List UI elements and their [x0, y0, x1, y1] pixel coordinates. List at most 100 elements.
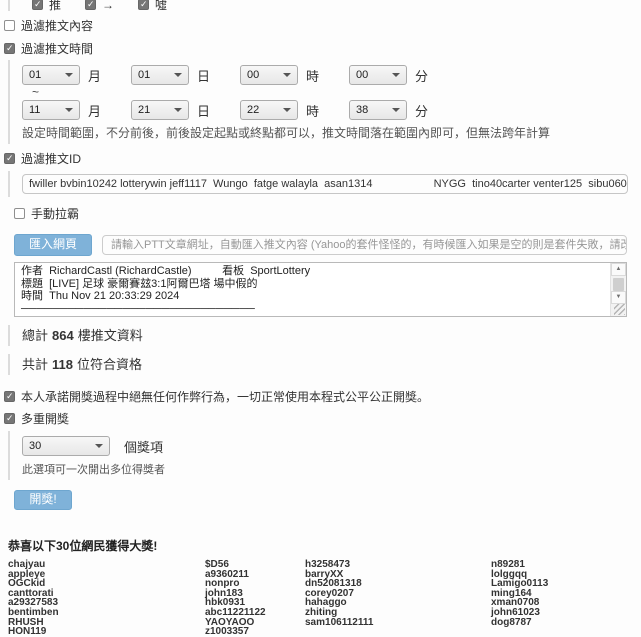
qualified-suffix: 位符合資格	[77, 357, 142, 372]
winner-id: nonpro	[205, 579, 305, 589]
manual-checkbox[interactable]	[14, 208, 25, 219]
winner-id: ming164	[491, 589, 641, 599]
chevron-down-icon	[392, 108, 400, 112]
scroll-down-icon[interactable]: ▼	[611, 291, 626, 304]
start-minute-select[interactable]: 00	[349, 65, 407, 85]
draw-button[interactable]: 開獎!	[14, 490, 72, 510]
manual-option-row[interactable]: 手動拉霸	[14, 205, 641, 222]
winner-id: canttorati	[8, 589, 205, 599]
winner-id: Lamigo0113	[491, 579, 641, 589]
resize-grip-icon[interactable]	[614, 304, 625, 315]
multi-draw-label: 多重開獎	[21, 410, 69, 427]
winner-id: h3258473	[305, 560, 491, 570]
end-month-select[interactable]: 11	[22, 100, 80, 120]
winner-id: john61023	[491, 608, 641, 618]
hour-unit-label: 時	[306, 101, 319, 120]
qualified-line: 共計118位符合資格	[22, 357, 641, 372]
winner-id: john183	[205, 589, 305, 599]
winner-id: xman0708	[491, 598, 641, 608]
scroll-up-icon[interactable]: ▲	[611, 263, 626, 276]
winner-id: dn52081318	[305, 579, 491, 589]
total-count: 864	[52, 328, 74, 343]
chevron-down-icon	[65, 73, 73, 77]
chevron-down-icon	[95, 444, 103, 448]
end-hour-select[interactable]: 22	[240, 100, 298, 120]
day-unit-label: 日	[197, 101, 210, 120]
qualified-group: 共計118位符合資格	[8, 354, 641, 375]
chevron-down-icon	[283, 108, 291, 112]
import-url-button[interactable]: 匯入網頁	[14, 234, 92, 256]
winners-grid: chajyau$D56h3258473n89281appleyea9360211…	[8, 560, 641, 637]
winner-id: lolggqq	[491, 570, 641, 580]
winner-id: z1003357	[205, 627, 305, 637]
push-checkbox[interactable]	[32, 0, 43, 10]
start-hour-select[interactable]: 00	[240, 65, 298, 85]
filter-id-checkbox[interactable]	[4, 153, 15, 164]
filter-id-label: 過濾推文ID	[21, 150, 81, 167]
chevron-down-icon	[283, 73, 291, 77]
push-label: 推	[49, 0, 61, 11]
prize-count-group: 30 個獎項 此選項可一次開出多位得獎者	[8, 431, 641, 480]
start-day-select[interactable]: 01	[131, 65, 189, 85]
winner-id: chajyau	[8, 560, 205, 570]
filter-time-row[interactable]: 過濾推文時間	[4, 40, 641, 57]
filter-time-checkbox[interactable]	[4, 43, 15, 54]
chevron-down-icon	[174, 73, 182, 77]
filter-content-label: 過濾推文內容	[21, 17, 93, 34]
pledge-label: 本人承諾開獎過程中絕無任何作弊行為，一切正常使用本程式公平公正開獎。	[21, 388, 429, 405]
article-textarea-box: 作者 RichardCastl (RichardCastle) 看板 Sport…	[14, 262, 627, 317]
winners-headline: 恭喜以下30位網民獲得大獎!	[8, 537, 641, 554]
article-textarea[interactable]: 作者 RichardCastl (RichardCastle) 看板 Sport…	[15, 263, 626, 316]
winner-id: barryXX	[305, 570, 491, 580]
qualified-count: 118	[52, 357, 73, 372]
winner-id: hahaggo	[305, 598, 491, 608]
winner-id: dog8787	[491, 618, 641, 628]
start-month-select[interactable]: 01	[22, 65, 80, 85]
total-comments-group: 總計864樓推文資料	[8, 325, 641, 346]
total-comments-line: 總計864樓推文資料	[22, 328, 641, 343]
multi-draw-note: 此選項可一次開出多位得獎者	[22, 461, 641, 477]
pledge-row[interactable]: 本人承諾開獎過程中絕無任何作弊行為，一切正常使用本程式公平公正開獎。	[4, 388, 641, 405]
minute-unit-label: 分	[415, 66, 428, 85]
month-unit-label: 月	[88, 101, 101, 120]
end-day-select[interactable]: 21	[131, 100, 189, 120]
id-filter-input[interactable]: fwiller bvbin10242 lotterywin jeff1117 W…	[22, 174, 628, 194]
day-unit-label: 日	[197, 66, 210, 85]
multi-draw-row[interactable]: 多重開獎	[4, 410, 641, 427]
winner-id: zhiting	[305, 608, 491, 618]
push-type-option[interactable]: →	[85, 0, 114, 11]
winner-id: sam106112111	[305, 618, 491, 628]
winner-id: appleye	[8, 570, 205, 580]
manual-label: 手動拉霸	[31, 205, 79, 222]
winner-id: OGCkid	[8, 579, 205, 589]
hour-unit-label: 時	[306, 66, 319, 85]
filter-id-row[interactable]: 過濾推文ID	[4, 150, 641, 167]
chevron-down-icon	[392, 73, 400, 77]
pledge-checkbox[interactable]	[4, 391, 15, 402]
filter-content-row[interactable]: 過濾推文內容	[4, 17, 641, 34]
time-start-row: 01 月 01 日 00 時 00 分	[22, 65, 641, 85]
boo-label: 噓	[155, 0, 167, 11]
prize-count-select[interactable]: 30	[22, 436, 110, 456]
chevron-down-icon	[174, 108, 182, 112]
arrow-checkbox[interactable]	[85, 0, 96, 10]
push-type-option[interactable]: 噓	[138, 0, 167, 11]
time-range-note: 設定時間範圍，不分前後，前後設定起點或終點都可以，推文時間落在範圍內即可，但無法…	[22, 124, 641, 141]
push-type-option[interactable]: 推	[32, 0, 61, 11]
time-range-group: 01 月 01 日 00 時 00 分 ~ 11 月 21 日 22 時 38 …	[8, 60, 641, 144]
multi-draw-checkbox[interactable]	[4, 413, 15, 424]
winner-id	[305, 627, 491, 637]
scrollbar-thumb[interactable]	[613, 278, 624, 291]
winner-id: abc11221122	[205, 608, 305, 618]
id-filter-group: fwiller bvbin10242 lotterywin jeff1117 W…	[8, 171, 641, 197]
winner-id: n89281	[491, 560, 641, 570]
winner-id: corey0207	[305, 589, 491, 599]
winner-id: HON119	[8, 627, 205, 637]
filter-content-checkbox[interactable]	[4, 20, 15, 31]
url-input[interactable]: 請輸入PTT文章網址，自動匯入推文內容 (Yahoo的套件怪怪的，有時候匯入如果…	[102, 235, 627, 255]
winner-id: hbk0931	[205, 598, 305, 608]
end-minute-select[interactable]: 38	[349, 100, 407, 120]
boo-checkbox[interactable]	[138, 0, 149, 10]
filter-time-label: 過濾推文時間	[21, 40, 93, 57]
winner-id: $D56	[205, 560, 305, 570]
